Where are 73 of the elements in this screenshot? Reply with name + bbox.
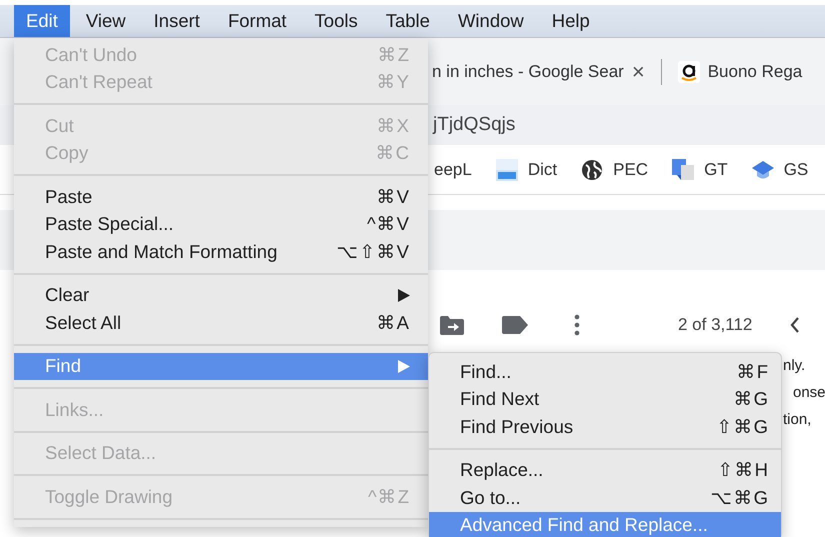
- menu-item-label: Advanced Find and Replace...: [460, 513, 708, 537]
- menu-bar-item[interactable]: View: [74, 5, 138, 37]
- menu-item[interactable]: Paste ⌘V: [14, 183, 428, 210]
- menu-item[interactable]: Paste and Match Formatting ⌥⇧⌘V: [14, 238, 428, 266]
- menu-item[interactable]: Go to... ⌥⌘G: [429, 484, 781, 512]
- shortcut-text: ⌘C: [376, 141, 410, 166]
- shortcut-text: ⌘Z: [378, 42, 410, 67]
- amazon-logo-icon: [678, 60, 700, 82]
- menu-item-label: Replace...: [460, 458, 544, 482]
- shortcut-text: ^⌘Z: [368, 484, 410, 509]
- email-text: onse: [792, 383, 825, 403]
- shortcut-text: ⌘X: [376, 114, 410, 138]
- menu-item[interactable]: Clear: [14, 282, 428, 309]
- tab-title[interactable]: Buono Rega: [708, 58, 802, 84]
- bookmark-link[interactable]: PEC: [613, 156, 648, 182]
- chevron-left-icon[interactable]: [790, 317, 800, 333]
- menu-bar-item[interactable]: Help: [540, 5, 602, 37]
- translate-icon: [672, 158, 694, 180]
- shortcut-text: ⌘V: [376, 184, 410, 209]
- menu-item-label: Links...: [45, 398, 104, 422]
- menu-item-label: Toggle Drawing: [45, 484, 173, 509]
- bookmark-link[interactable]: Dict: [528, 156, 558, 182]
- menu-item-label: Go to...: [460, 486, 521, 510]
- graduation-cap-icon: [752, 158, 774, 180]
- menu-item[interactable]: Find Previous ⇧⌘G: [429, 413, 781, 440]
- menu-bar-item[interactable]: Format: [216, 5, 299, 37]
- address-text[interactable]: jTjdQSqjs: [433, 110, 516, 140]
- bookmark-link[interactable]: GS: [784, 156, 808, 182]
- menu-item-label: Select All: [45, 310, 122, 335]
- menu-bar-item[interactable]: Insert: [142, 5, 212, 37]
- menu-item-label: Can't Undo: [45, 42, 137, 67]
- menu-item-label: Clear: [45, 283, 90, 308]
- label-icon[interactable]: [502, 316, 528, 334]
- menu-item-label: Paste: [45, 184, 92, 209]
- menu-item-label: Find...: [460, 360, 512, 384]
- shortcut-text: ⌘A: [376, 310, 410, 335]
- menu-item[interactable]: Find... ⌘F: [429, 358, 781, 386]
- menu-item-label: Paste Special...: [45, 212, 174, 236]
- menu-item-label: Find Next: [460, 387, 540, 412]
- globe-icon: [581, 158, 604, 180]
- message-counter: 2 of 3,112: [678, 314, 752, 336]
- shortcut-text: ⌘Y: [376, 70, 410, 94]
- menu-item-label: Can't Repeat: [45, 70, 152, 94]
- menu-bar-item[interactable]: Window: [446, 5, 536, 37]
- tab-close-button[interactable]: ×: [632, 55, 645, 88]
- more-options-icon[interactable]: [574, 314, 580, 336]
- menu-item-label: Select Data...: [45, 441, 156, 466]
- email-text: tion,: [783, 410, 812, 430]
- menu-bar-item[interactable]: Table: [374, 5, 442, 37]
- menu-bar-item[interactable]: Edit: [14, 5, 70, 37]
- menu-item[interactable]: Select All ⌘A: [14, 309, 428, 336]
- folder-arrow-icon[interactable]: [440, 315, 464, 335]
- menu-item-label: Find Previous: [460, 414, 574, 439]
- shortcut-text: ⌥⇧⌘V: [336, 240, 410, 264]
- menu-item-label: Find: [45, 354, 81, 378]
- shortcut-text: ⇧⌘G: [716, 414, 769, 439]
- menu-item[interactable]: Replace... ⇧⌘H: [429, 456, 781, 484]
- menu-bar-item[interactable]: Tools: [302, 5, 370, 37]
- menu-item-label: Cut: [45, 114, 74, 138]
- menu-item-label: Paste and Match Formatting: [45, 240, 278, 264]
- bookmark-link[interactable]: GT: [704, 156, 728, 182]
- shortcut-text: ⇧⌘H: [718, 458, 769, 482]
- menu-item[interactable]: Find Next ⌘G: [429, 386, 781, 413]
- shortcut-text: ⌘G: [734, 387, 769, 412]
- email-text: nly.: [783, 356, 806, 376]
- shortcut-text: ^⌘V: [366, 212, 410, 236]
- menu-item-label: Copy: [45, 141, 88, 166]
- bookmark-link[interactable]: eepL: [434, 156, 472, 182]
- shortcut-text: ⌥⌘G: [710, 486, 769, 510]
- dictionary-icon: [496, 158, 518, 180]
- shortcut-text: ⌘F: [736, 360, 769, 384]
- menu-item[interactable]: Paste Special... ^⌘V: [14, 210, 428, 238]
- tab-title[interactable]: n in inches - Google Sear: [432, 58, 624, 84]
